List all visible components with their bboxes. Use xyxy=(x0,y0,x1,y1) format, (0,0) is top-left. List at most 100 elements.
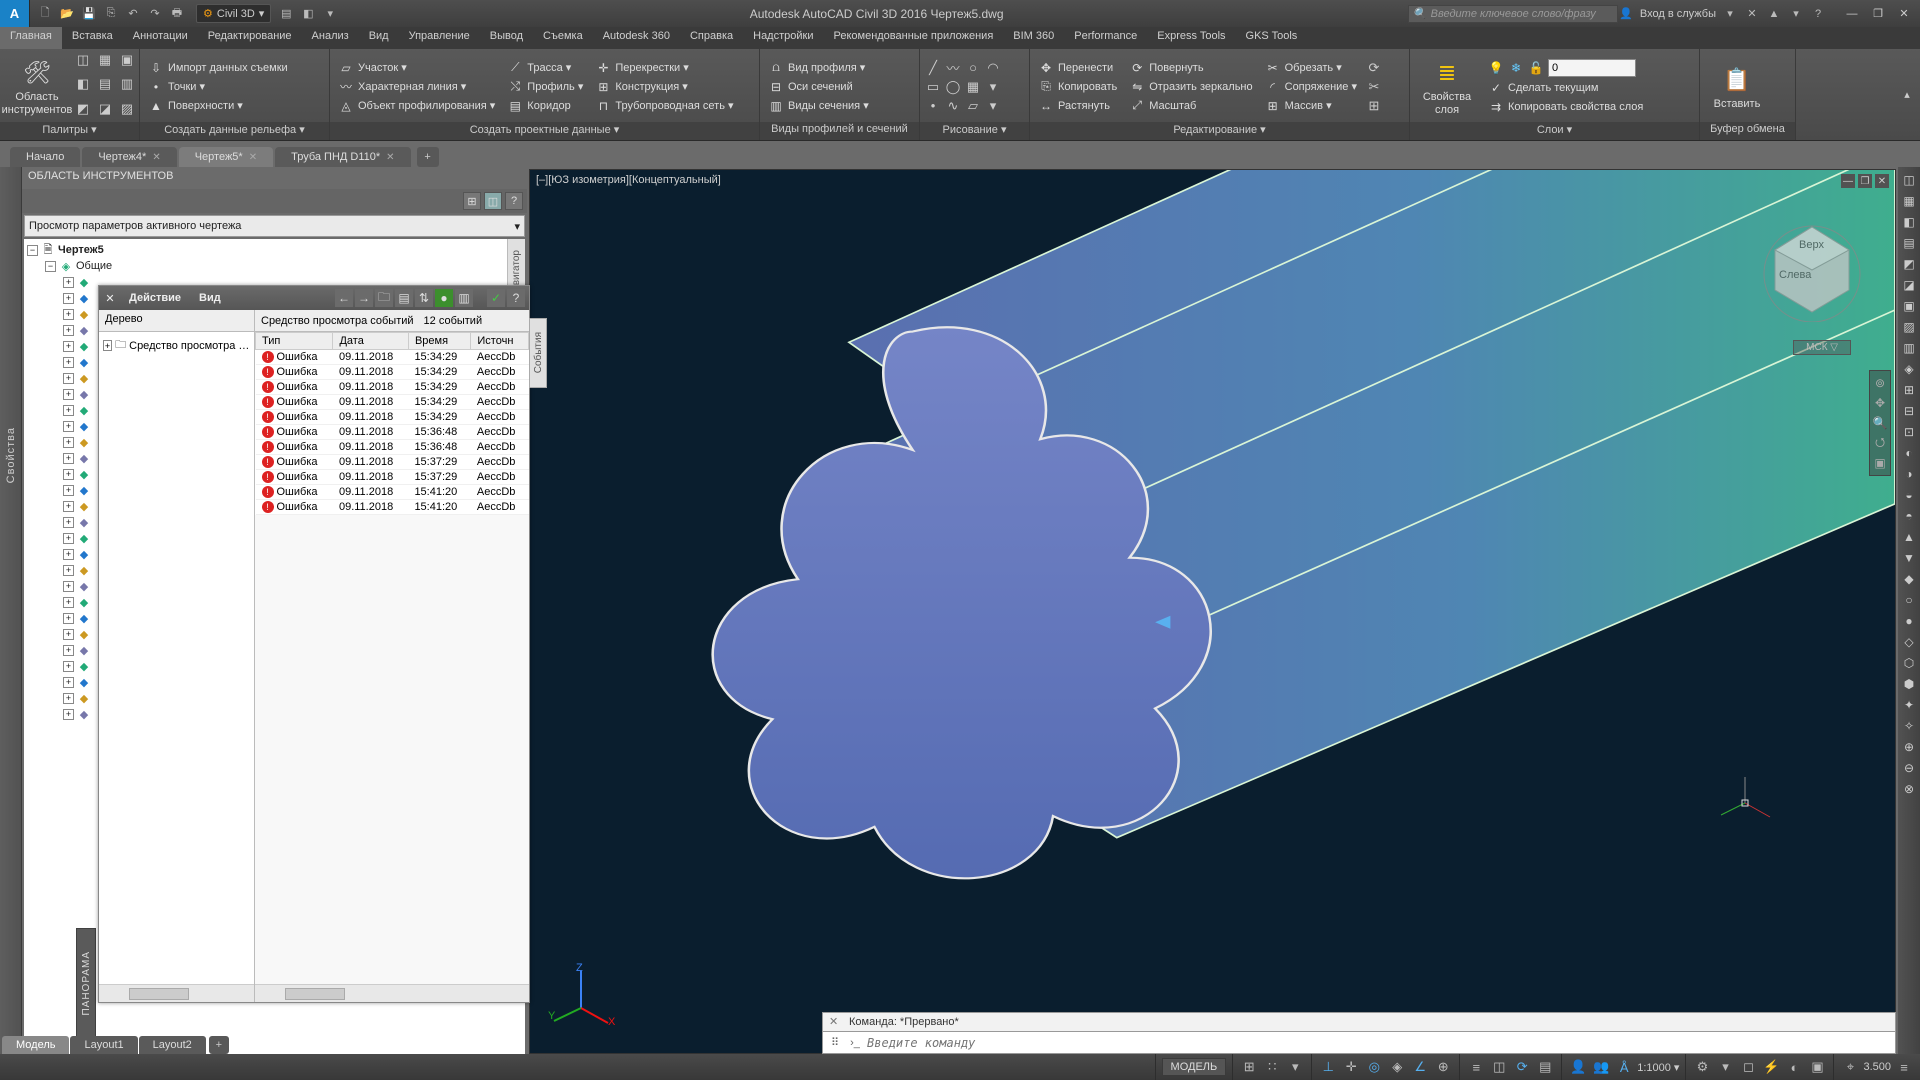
expand-icon[interactable]: + xyxy=(63,421,74,432)
ribbon-tab[interactable]: Редактирование xyxy=(198,27,302,49)
rb-icon[interactable]: ◧ xyxy=(1900,213,1918,231)
palette-icon-3[interactable]: ▣ xyxy=(118,51,136,69)
pline-icon[interactable]: 〰 xyxy=(944,59,962,77)
tab-close-icon[interactable]: ✕ xyxy=(152,152,160,163)
expand-icon[interactable]: + xyxy=(63,629,74,640)
palette-icon-7[interactable]: ◩ xyxy=(74,100,92,118)
region-icon[interactable]: ▱ xyxy=(964,97,982,115)
ellipse-icon[interactable]: ◯ xyxy=(944,78,962,96)
table-header[interactable]: Источн xyxy=(471,333,529,350)
open-icon[interactable]: 📂 xyxy=(58,5,76,23)
panorama-vertical-tab[interactable]: ПАНОРАМА xyxy=(76,928,96,1038)
osnap-icon[interactable]: ◎ xyxy=(1364,1057,1384,1077)
rb-icon[interactable]: ⬢ xyxy=(1900,675,1918,693)
properties-tab[interactable]: Свойства xyxy=(5,427,17,483)
ortho-icon[interactable]: ⊥ xyxy=(1318,1057,1338,1077)
ribbon-tab[interactable]: Вставка xyxy=(62,27,123,49)
rb-icon[interactable]: ◒ xyxy=(1900,486,1918,504)
ribbon-item[interactable]: •Точки ▾ xyxy=(144,78,292,96)
ev-fwd-icon[interactable]: → xyxy=(355,289,373,307)
tree-child[interactable]: Общие xyxy=(76,260,112,272)
workspace-selector[interactable]: Civil 3D▾ xyxy=(196,4,271,23)
ts-icon-1[interactable]: ⊞ xyxy=(463,192,481,210)
expand-icon[interactable]: + xyxy=(63,373,74,384)
ev-tool1-icon[interactable]: 🗀 xyxy=(375,289,393,307)
ribbon-tab[interactable]: Управление xyxy=(399,27,480,49)
snap-icon[interactable]: ∷ xyxy=(1262,1057,1282,1077)
expand-icon[interactable]: + xyxy=(63,597,74,608)
nav-orbit-icon[interactable]: ⭯ xyxy=(1871,434,1889,452)
layer-properties-button[interactable]: ≣ Свойства слоя xyxy=(1414,51,1480,122)
hatch-icon[interactable]: ▦ xyxy=(964,78,982,96)
toolspace-filter-combo[interactable]: Просмотр параметров активного чертежа ▾ xyxy=(24,215,525,237)
expand-icon[interactable]: + xyxy=(103,340,112,351)
minimize-button[interactable]: — xyxy=(1840,5,1864,23)
signin-label[interactable]: Вход в службы xyxy=(1640,8,1716,20)
ribbon-tab[interactable]: Справка xyxy=(680,27,743,49)
table-row[interactable]: !Ошибка09.11.201815:34:29AeccDb xyxy=(256,350,529,365)
nav-showall-icon[interactable]: ▣ xyxy=(1871,454,1889,472)
expand-icon[interactable]: + xyxy=(63,581,74,592)
grid-icon[interactable]: ⊞ xyxy=(1239,1057,1259,1077)
layout-tab[interactable]: Layout2 xyxy=(139,1036,206,1054)
otrack-icon[interactable]: ∠ xyxy=(1410,1057,1430,1077)
rb-icon[interactable]: ⊞ xyxy=(1900,381,1918,399)
command-input[interactable] xyxy=(867,1036,1891,1050)
ribbon-item[interactable]: ▱Участок ▾ xyxy=(334,59,499,77)
expand-icon[interactable]: + xyxy=(63,389,74,400)
table-row[interactable]: !Ошибка09.11.201815:34:29AeccDb xyxy=(256,395,529,410)
ribbon-item[interactable]: 〰Характерная линия ▾ xyxy=(334,78,499,96)
expand-icon[interactable]: + xyxy=(63,645,74,656)
rect-icon[interactable]: ▭ xyxy=(924,78,942,96)
expand-icon[interactable]: + xyxy=(63,501,74,512)
table-row[interactable]: !Ошибка09.11.201815:41:20AeccDb xyxy=(256,500,529,515)
ribbon-tab[interactable]: Autodesk 360 xyxy=(593,27,680,49)
layout-tab[interactable]: Layout1 xyxy=(70,1036,137,1054)
expand-icon[interactable]: + xyxy=(63,277,74,288)
rb-icon[interactable]: ◇ xyxy=(1900,633,1918,651)
table-row[interactable]: !Ошибка09.11.201815:37:29AeccDb xyxy=(256,455,529,470)
ribbon-item[interactable]: ▲Поверхности ▾ xyxy=(144,97,292,115)
expand-icon[interactable]: + xyxy=(63,485,74,496)
rb-icon[interactable]: ⬡ xyxy=(1900,654,1918,672)
ws-icon[interactable]: ⚙ xyxy=(1692,1057,1712,1077)
rb-icon[interactable]: ⊟ xyxy=(1900,402,1918,420)
rb-icon[interactable]: ● xyxy=(1900,612,1918,630)
modify-extra3-icon[interactable]: ⊞ xyxy=(1365,97,1383,115)
ground-data-panel-title[interactable]: Создать данные рельефа ▾ xyxy=(140,122,329,140)
rb-icon[interactable]: ▥ xyxy=(1900,339,1918,357)
add-layout-button[interactable]: + xyxy=(209,1036,229,1054)
ws-dropdown-icon[interactable]: ▾ xyxy=(1715,1057,1735,1077)
annomonitor-icon[interactable]: 👤 xyxy=(1568,1057,1588,1077)
table-header[interactable]: Дата xyxy=(333,333,408,350)
ev-ok-icon[interactable]: ✓ xyxy=(487,289,505,307)
layer-selector[interactable] xyxy=(1548,59,1636,77)
rb-icon[interactable]: ▦ xyxy=(1900,192,1918,210)
ribbon-tab[interactable]: Съемка xyxy=(533,27,593,49)
arc-icon[interactable]: ◠ xyxy=(984,59,1002,77)
match-layer-button[interactable]: ⇉Копировать свойства слоя xyxy=(1484,98,1647,116)
circle-icon[interactable]: ○ xyxy=(964,59,982,77)
ribbon-item[interactable]: ⎘Копировать xyxy=(1034,78,1121,96)
ev-tree-root[interactable]: Средство просмотра событий xyxy=(129,340,250,352)
rb-icon[interactable]: ▼ xyxy=(1900,549,1918,567)
ribbon-item[interactable]: ⟳Повернуть xyxy=(1125,59,1256,77)
ribbon-tab[interactable]: Аннотации xyxy=(123,27,198,49)
paste-button[interactable]: 📋 Вставить xyxy=(1704,51,1770,122)
expand-icon[interactable]: + xyxy=(63,309,74,320)
tab-close-icon[interactable]: ✕ xyxy=(386,152,394,163)
app-logo[interactable]: A xyxy=(0,0,30,27)
ev-tree-tab[interactable]: Дерево xyxy=(99,310,254,332)
help-search[interactable]: 🔍Введите ключевое слово/фразу xyxy=(1408,5,1618,23)
maximize-button[interactable]: ❐ xyxy=(1866,5,1890,23)
document-tab[interactable]: Начало xyxy=(10,147,80,167)
ev-tool3-icon[interactable]: ⇅ xyxy=(415,289,433,307)
palette-icon-5[interactable]: ▤ xyxy=(96,75,114,93)
palettes-panel-title[interactable]: Палитры ▾ xyxy=(0,122,139,140)
expand-icon[interactable]: + xyxy=(63,613,74,624)
nav-pan-icon[interactable]: ✥ xyxy=(1871,394,1889,412)
lwt-icon[interactable]: ≡ xyxy=(1466,1057,1486,1077)
ribbon-item[interactable]: ◜Сопряжение ▾ xyxy=(1261,78,1361,96)
tab-close-icon[interactable]: ✕ xyxy=(249,152,257,163)
table-row[interactable]: !Ошибка09.11.201815:41:20AeccDb xyxy=(256,485,529,500)
